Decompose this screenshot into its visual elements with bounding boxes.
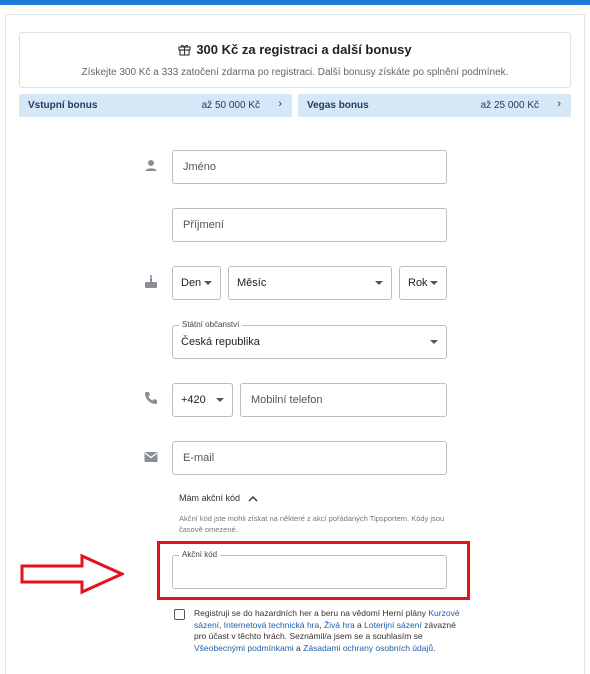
promo-subtitle: Získejte 300 Kč a 333 zatočení zdarma po… <box>81 67 509 78</box>
citizenship-select[interactable]: Státní občanství Česká republika <box>172 320 447 359</box>
email-placeholder: E-mail <box>183 452 215 464</box>
last-name-placeholder: Příjmení <box>183 219 224 231</box>
birth-year-value: Rok <box>408 277 428 289</box>
phone-input[interactable]: Mobilní telefon <box>240 383 447 417</box>
link-ziva-hra[interactable]: Živá hra <box>324 620 355 630</box>
email-input[interactable]: E-mail <box>172 441 447 475</box>
phone-prefix-value: +420 <box>181 394 206 406</box>
birth-year-select[interactable]: Rok <box>399 266 447 300</box>
bonus-amount: až 50 000 Kč <box>201 100 260 111</box>
highlight-box <box>157 541 470 600</box>
caret-down-icon <box>216 398 224 402</box>
phone-placeholder: Mobilní telefon <box>251 394 323 406</box>
bonus-name: Vegas bonus <box>307 100 369 111</box>
consent-part: a <box>354 619 365 630</box>
chevron-right-icon: › <box>278 98 282 110</box>
gift-icon <box>178 43 191 59</box>
link-zasady-ochrany[interactable]: Zásadami ochrany osobních údajů <box>303 643 433 653</box>
birth-day-select[interactable]: Den <box>172 266 221 300</box>
link-vseobecne-podminky[interactable]: Všeobecnými podmínkami <box>194 643 294 653</box>
promo-code-hint: Akční kód jste mohli získat na některé z… <box>179 514 445 534</box>
cake-icon <box>143 274 159 290</box>
birth-day-value: Den <box>181 277 202 289</box>
chevron-right-icon: › <box>557 98 561 110</box>
top-accent-bar <box>0 0 590 5</box>
phone-prefix-select[interactable]: +420 <box>172 383 233 417</box>
consent-part: . <box>433 642 436 653</box>
citizenship-value: Česká republika <box>181 336 260 348</box>
arrow-annotation <box>20 553 124 595</box>
consent-text: Registruji se do hazardních her a beru n… <box>194 608 464 654</box>
person-icon <box>143 158 159 174</box>
caret-down-icon <box>430 281 438 285</box>
bonus-entry-button[interactable]: Vstupní bonus až 50 000 Kč › <box>19 94 292 117</box>
first-name-placeholder: Jméno <box>183 161 217 173</box>
link-internetova-technicka-hra[interactable]: Internetová technická hra <box>224 620 319 630</box>
caret-down-icon <box>204 281 212 285</box>
birth-month-value: Měsíc <box>237 277 267 289</box>
promo-title-text: 300 Kč za registraci a další bonusy <box>196 42 412 57</box>
citizenship-label: Státní občanství <box>179 320 243 329</box>
promo-banner: 300 Kč za registraci a další bonusy Získ… <box>19 32 571 88</box>
first-name-input[interactable]: Jméno <box>172 150 447 184</box>
last-name-input[interactable]: Příjmení <box>172 208 447 242</box>
promo-title: 300 Kč za registraci a další bonusy <box>20 42 570 59</box>
caret-down-icon <box>375 281 383 285</box>
promo-code-toggle-label: Mám akční kód <box>179 493 241 503</box>
caret-down-icon <box>430 340 438 344</box>
bonus-vegas-button[interactable]: Vegas bonus až 25 000 Kč › <box>298 94 571 117</box>
consent-checkbox[interactable] <box>174 609 185 620</box>
chevron-up-icon <box>248 494 258 505</box>
birth-month-select[interactable]: Měsíc <box>228 266 392 300</box>
bonus-amount: až 25 000 Kč <box>480 100 539 111</box>
link-loterijni-sazeni[interactable]: Loterijní sázení <box>364 620 422 630</box>
promo-code-toggle[interactable]: Mám akční kód <box>179 493 258 505</box>
consent-part: Registruji se do hazardních her a beru n… <box>194 608 429 618</box>
consent-part: a <box>293 642 304 653</box>
bonus-name: Vstupní bonus <box>28 100 98 111</box>
phone-icon <box>143 390 159 406</box>
mail-icon <box>143 449 159 465</box>
